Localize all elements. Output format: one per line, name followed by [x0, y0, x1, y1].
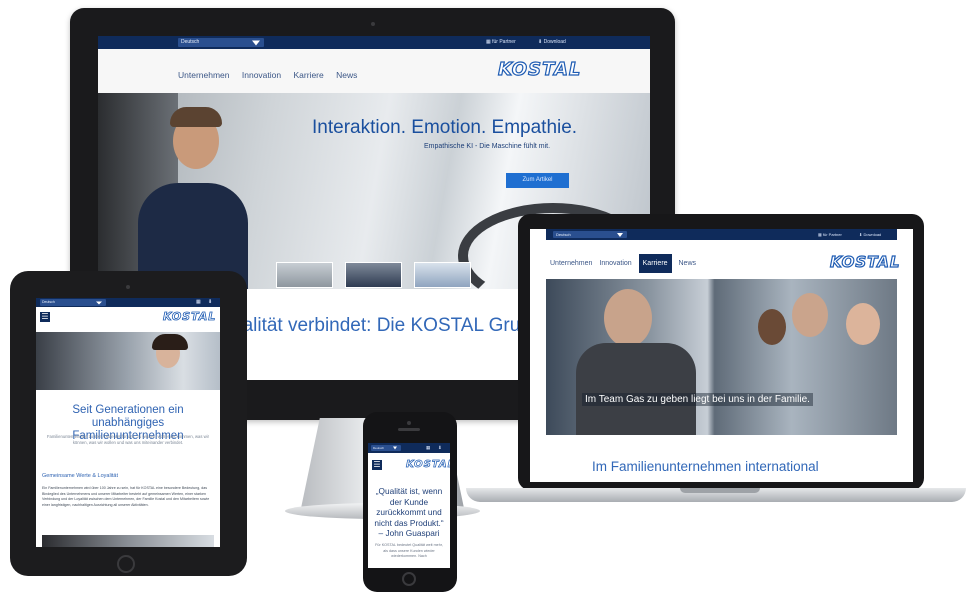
header: Unternehmen Innovation Karriere News KOS…: [98, 49, 650, 93]
woman-hair: [152, 334, 188, 350]
kostal-logo[interactable]: KOSTAL: [497, 58, 581, 80]
partner-link[interactable]: ▦ für Partner: [486, 38, 516, 47]
phone-speaker: [398, 428, 420, 431]
laptop-kostal-logo[interactable]: KOSTAL: [829, 252, 900, 271]
tablet-body: Ein Familienunternehmen wird über 100 Ja…: [42, 486, 210, 507]
tablet-intro: Familienunternehmen zu sein, bedeutet fü…: [47, 434, 209, 445]
laptop-screen: Deutsch ▦ für Partner ⬇ Download Unterne…: [530, 229, 913, 482]
nav-item-innovation[interactable]: Innovation: [242, 70, 281, 80]
tablet-hero-image: [36, 332, 220, 390]
tablet-screen: Deutsch ▦ ⬇ ☰ KOSTAL Seit Generationen e…: [36, 298, 220, 547]
tablet-subheading: Gemeinsame Werte & Loyalität: [42, 473, 119, 479]
language-select[interactable]: Deutsch: [178, 38, 264, 47]
tablet-language-value: Deutsch: [42, 300, 55, 304]
download-icon: ⬇: [859, 232, 863, 237]
group-tagline: ualität verbindet: Die KOSTAL Grupp: [232, 315, 542, 336]
slider-thumb-3[interactable]: [414, 262, 471, 288]
monitor-camera: [371, 22, 375, 26]
phone-screen: Deutsch ▦ ⬇ ☰ KOSTAL „Qualität ist, wenn…: [368, 443, 450, 568]
phone-camera: [407, 421, 411, 425]
partner-icon[interactable]: ▦: [426, 443, 430, 453]
language-select-value: Deutsch: [181, 39, 200, 45]
tablet-home-button[interactable]: [117, 555, 135, 573]
menu-icon[interactable]: ☰: [40, 312, 50, 322]
tablet-utility-bar: Deutsch ▦ ⬇: [36, 298, 220, 307]
main-nav: Unternehmen Innovation Karriere News: [178, 70, 367, 80]
colleague-head-1: [792, 293, 828, 337]
download-label: Download: [543, 39, 566, 45]
phone-home-button[interactable]: [402, 572, 416, 586]
laptop-section-heading: Im Familienunternehmen international: [592, 459, 819, 474]
utility-bar: Deutsch ▦ für Partner ⬇ Download: [98, 36, 650, 49]
colleague-head-2: [846, 303, 880, 345]
phone-body: Für KOSTAL bedeutet Qualität weit mehr, …: [375, 543, 443, 558]
hero-title: Interaktion. Emotion. Empathie.: [312, 117, 578, 138]
laptop-nav-innovation[interactable]: Innovation: [599, 260, 631, 267]
hero-subtitle: Empathische KI - Die Maschine fühlt mit.: [424, 143, 551, 150]
phone-utility-bar: Deutsch ▦ ⬇: [368, 443, 450, 453]
colleague-head-3: [758, 309, 786, 345]
laptop-partner-link[interactable]: ▦ für Partner: [818, 231, 842, 238]
laptop-language-value: Deutsch: [556, 232, 571, 237]
partner-icon: ▦: [818, 232, 822, 237]
caret-down-icon: [96, 301, 102, 304]
laptop-partner-label: für Partner: [822, 232, 842, 237]
career-banner-image: Im Team Gas zu geben liegt bei uns in de…: [546, 279, 897, 435]
download-icon[interactable]: ⬇: [208, 298, 212, 307]
laptop-nav-karriere-active[interactable]: Karriere: [638, 254, 672, 273]
slider-thumb-1[interactable]: [276, 262, 333, 288]
laptop-download-link[interactable]: ⬇ Download: [859, 231, 881, 238]
partner-icon: ▦: [486, 39, 491, 45]
laptop-nav: Unternehmen Innovation Karriere News: [550, 254, 697, 273]
nav-item-news[interactable]: News: [336, 70, 357, 80]
laptop-nav-unternehmen[interactable]: Unternehmen: [550, 260, 592, 267]
engineer-body: [576, 343, 696, 435]
nav-item-karriere[interactable]: Karriere: [294, 70, 324, 80]
phone-language-value: Deutsch: [373, 446, 385, 450]
tablet-language-select[interactable]: Deutsch: [40, 299, 106, 306]
phone-language-select[interactable]: Deutsch: [371, 445, 401, 451]
tablet-kostal-logo[interactable]: KOSTAL: [163, 310, 216, 324]
hero-cta-button[interactable]: Zum Artikel: [506, 173, 569, 188]
phone-kostal-logo[interactable]: KOSTAL: [406, 459, 450, 471]
laptop-language-select[interactable]: Deutsch: [553, 231, 627, 238]
caret-down-icon: [393, 446, 397, 450]
caret-down-icon: [252, 40, 260, 45]
phone-quote: „Qualität ist, wenn der Kunde zurückkomm…: [374, 486, 444, 538]
slider-thumb-2[interactable]: [345, 262, 402, 288]
laptop-utility-bar: Deutsch ▦ für Partner ⬇ Download: [546, 229, 897, 240]
laptop-nav-news[interactable]: News: [679, 260, 697, 267]
tablet-next-image: [42, 535, 214, 547]
download-link[interactable]: ⬇ Download: [538, 38, 566, 47]
partner-icon[interactable]: ▦: [196, 298, 201, 307]
engineer-head: [604, 289, 652, 347]
laptop-notch: [680, 488, 760, 493]
laptop-download-label: Download: [863, 232, 882, 237]
tablet-camera: [126, 285, 130, 289]
download-icon[interactable]: ⬇: [438, 443, 442, 453]
menu-icon[interactable]: ☰: [372, 460, 382, 470]
download-icon: ⬇: [538, 39, 543, 45]
driver-hair: [170, 107, 222, 127]
nav-item-unternehmen[interactable]: Unternehmen: [178, 70, 230, 80]
caret-down-icon: [617, 232, 623, 237]
banner-caption: Im Team Gas zu geben liegt bei uns in de…: [582, 393, 813, 406]
partner-label: für Partner: [492, 39, 516, 45]
